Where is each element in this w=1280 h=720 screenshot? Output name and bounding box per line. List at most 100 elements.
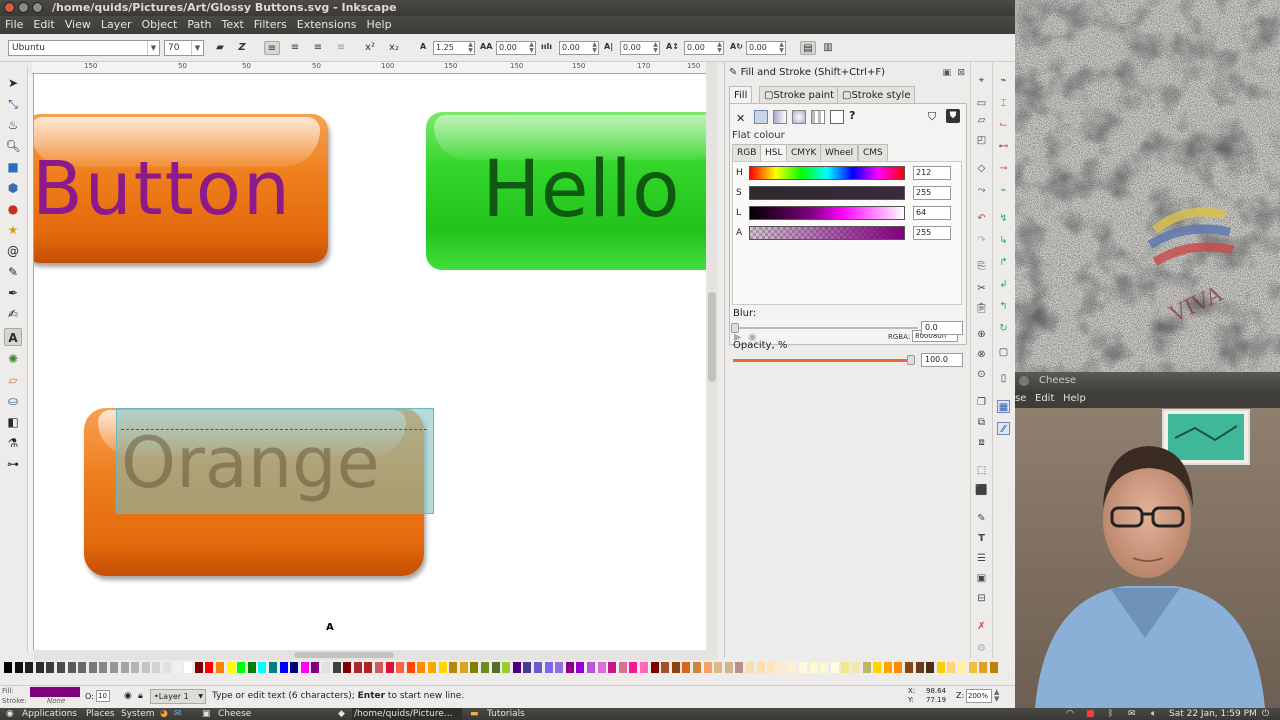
palette-swatch[interactable] (724, 662, 733, 673)
palette-swatch[interactable] (141, 662, 150, 673)
palette-swatch[interactable] (915, 662, 924, 673)
menu-file[interactable]: File (0, 16, 28, 34)
superscript-icon[interactable]: x² (362, 41, 378, 55)
tab-rgb[interactable]: RGB (732, 144, 762, 161)
palette-swatch[interactable] (767, 662, 776, 673)
hue-slider[interactable] (749, 166, 905, 180)
close-window-button[interactable] (1019, 376, 1029, 386)
alpha-slider[interactable] (749, 226, 905, 240)
button-text[interactable]: Button (34, 144, 292, 234)
snap-page-border-icon[interactable]: ▯ (997, 372, 1010, 385)
vertical-text-icon[interactable]: ▥ (820, 41, 836, 55)
minimize-window-button[interactable] (18, 2, 29, 13)
lightness-spin[interactable]: 64 (913, 206, 951, 220)
slider-handle[interactable] (907, 355, 915, 365)
palette-swatch[interactable] (194, 662, 203, 673)
palette-swatch[interactable] (428, 662, 436, 673)
horizontal-text-icon[interactable]: ▤ (800, 41, 816, 55)
line-spacing-spin[interactable]: 1.25 ▲ ▼ (433, 41, 475, 55)
tab-cms[interactable]: CMS (858, 144, 888, 161)
layer-select[interactable]: •Layer 1 ▼ (150, 689, 206, 704)
palette-swatch[interactable] (640, 662, 648, 673)
palette-swatch[interactable] (926, 662, 935, 673)
green-glossy-button[interactable]: Hello (426, 112, 706, 270)
cut-icon[interactable]: ✂ (975, 282, 988, 295)
tab-stroke-paint[interactable]: ▢Stroke paint (759, 86, 840, 103)
palette-swatch[interactable] (470, 662, 479, 673)
pattern-icon[interactable] (811, 110, 825, 124)
radial-gradient-icon[interactable] (792, 110, 806, 124)
palette-swatch[interactable] (35, 662, 44, 673)
palette-swatch[interactable] (714, 662, 723, 673)
palette-swatch[interactable] (152, 662, 161, 673)
palette-swatch[interactable] (491, 662, 500, 673)
palette-swatch[interactable] (46, 662, 55, 673)
palette-swatch[interactable] (979, 662, 988, 673)
palette-swatch[interactable] (173, 662, 182, 673)
evenodd-icon[interactable]: ⛉ (928, 110, 936, 124)
palette-swatch[interactable] (290, 662, 299, 673)
fill-stroke-icon[interactable]: ✎ (975, 512, 988, 525)
orange-glossy-button[interactable]: Button (34, 114, 328, 263)
spray-tool-icon[interactable]: ✺ (4, 350, 22, 368)
menu-filters[interactable]: Filters (249, 16, 292, 34)
palette-swatch[interactable] (608, 662, 617, 673)
selected-text[interactable]: Orange (121, 423, 380, 503)
ellipse-tool-icon[interactable]: ● (4, 200, 22, 218)
palette-swatch[interactable] (873, 662, 882, 673)
snap-object-center-icon[interactable]: ↰ (997, 300, 1010, 313)
palette-swatch[interactable] (936, 662, 945, 673)
close-icon[interactable]: ⊠ (957, 66, 965, 80)
bluetooth-icon[interactable]: ᛒ (1108, 708, 1113, 720)
menu-file-partial[interactable]: se (1015, 390, 1026, 408)
palette-swatch[interactable] (671, 662, 680, 673)
text-selection-box[interactable]: Orange (116, 408, 434, 514)
word-spacing-spin[interactable]: 0.00 ▲ ▼ (559, 41, 599, 55)
align-right-icon[interactable]: ≡ (310, 41, 326, 55)
palette-swatch[interactable] (226, 662, 235, 673)
palette-swatch[interactable] (99, 662, 108, 673)
document-properties-icon[interactable]: ⚙ (975, 642, 988, 655)
palette-swatch[interactable] (756, 662, 765, 673)
palette-swatch[interactable] (597, 662, 606, 673)
palette-swatch[interactable] (703, 662, 712, 673)
selector-tool-icon[interactable]: ➤ (4, 74, 22, 92)
palette-swatch[interactable] (618, 662, 627, 673)
horizontal-kern-spin[interactable]: 0.00 ▲ ▼ (620, 41, 660, 55)
unlink-clone-icon[interactable]: ⧈ (975, 436, 988, 449)
palette-swatch[interactable] (438, 662, 447, 673)
text-font-icon[interactable]: T (975, 532, 988, 545)
snap-bbox-mid-icon[interactable]: ⊷ (997, 140, 1010, 153)
preferences-icon[interactable]: ✗ (975, 620, 988, 633)
node-tool-icon[interactable]: ⤡ (4, 95, 22, 113)
places-menu[interactable]: Places (86, 708, 115, 720)
zoom-page-icon[interactable]: ⊙ (975, 368, 988, 381)
snap-node-icon[interactable]: ⌁ (997, 184, 1010, 197)
snap-rotation-icon[interactable]: ↻ (997, 322, 1010, 335)
scrollbar-thumb[interactable] (708, 292, 716, 382)
palette-swatch[interactable] (110, 662, 118, 673)
palette-swatch[interactable] (269, 662, 277, 673)
opacity-slider[interactable] (733, 355, 915, 365)
palette-swatch[interactable] (353, 662, 362, 673)
star-tool-icon[interactable]: ★ (4, 221, 22, 239)
palette-swatch[interactable] (481, 662, 489, 673)
palette-swatch[interactable] (544, 662, 553, 673)
snap-path-icon[interactable]: ↯ (997, 212, 1010, 225)
snap-corners-icon[interactable]: ◰ (975, 134, 988, 147)
palette-swatch[interactable] (947, 662, 956, 673)
vertical-scrollbar[interactable] (706, 62, 718, 650)
redo-icon[interactable]: ↷ (975, 234, 988, 247)
unset-paint-icon[interactable]: ? (849, 109, 855, 122)
palette-swatch[interactable] (565, 662, 574, 673)
palette-swatch[interactable] (661, 662, 670, 673)
palette-swatch[interactable] (322, 662, 330, 673)
palette-swatch[interactable] (449, 662, 458, 673)
palette-swatch[interactable] (343, 662, 352, 673)
snap-enable-icon[interactable]: ⌁ (997, 74, 1010, 87)
fill-color-indicator[interactable] (30, 687, 80, 697)
palette-swatch[interactable] (989, 662, 998, 673)
palette-swatch[interactable] (820, 662, 829, 673)
saturation-slider[interactable] (749, 186, 905, 200)
palette-swatch[interactable] (396, 662, 405, 673)
